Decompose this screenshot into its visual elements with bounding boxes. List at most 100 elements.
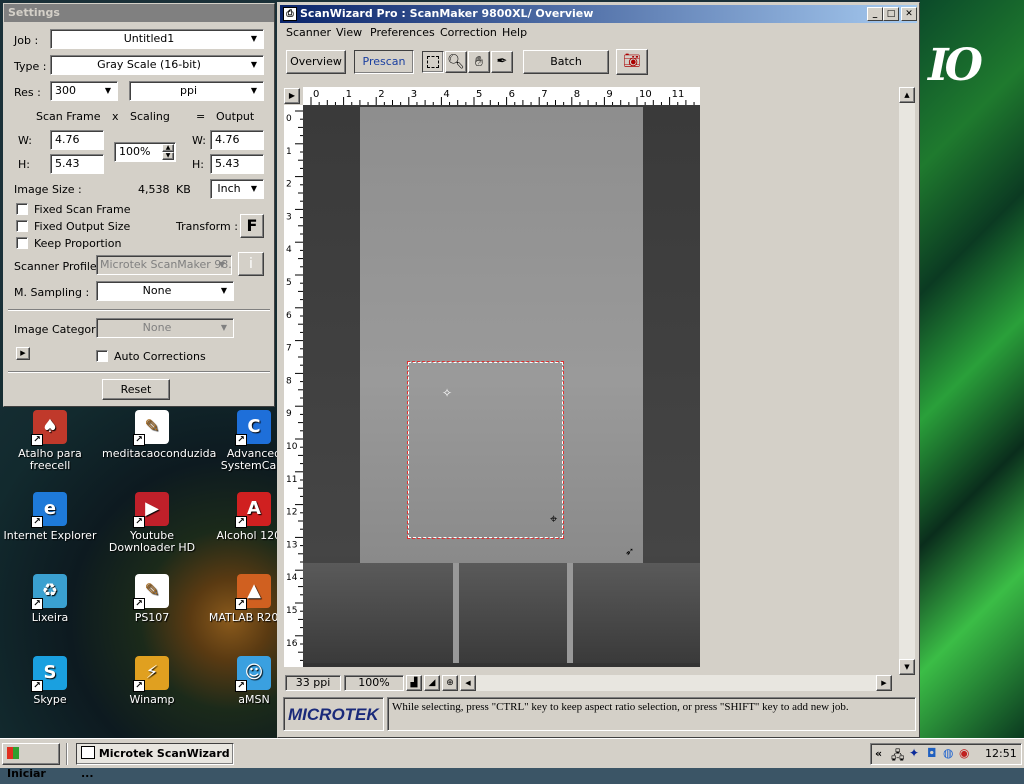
batch-button[interactable]: Batch xyxy=(523,50,609,74)
profile-info-button[interactable]: i xyxy=(238,252,264,276)
menu-view[interactable]: View xyxy=(332,25,366,41)
target-button[interactable]: ⊕ xyxy=(442,675,458,691)
histogram-button[interactable]: ▟ xyxy=(406,675,422,691)
desktop-icon[interactable]: S ↗ Skype xyxy=(0,656,100,706)
shield-icon[interactable]: ✦ xyxy=(909,746,919,760)
type-value: Gray Scale (16-bit) xyxy=(97,58,201,71)
scanner-profile-value: Microtek ScanMaker 98... xyxy=(100,258,232,271)
wallpaper-peacock xyxy=(920,0,1024,738)
desktop-icon[interactable]: e ↗ Internet Explorer xyxy=(0,492,100,542)
start-button[interactable]: Iniciar xyxy=(2,743,60,780)
scan-frame-selection[interactable]: ✧ ⌖ xyxy=(407,361,564,539)
res-unit-value: ppi xyxy=(179,84,198,97)
menu-help[interactable]: Help xyxy=(498,25,531,41)
tray-expand-button[interactable]: « xyxy=(875,747,882,760)
magnifier-icon: 🔍︎ xyxy=(447,54,465,70)
select-tool-button[interactable] xyxy=(422,51,444,73)
scanner-profile-select[interactable]: Microtek ScanMaker 98... ▼ xyxy=(96,255,232,275)
hint-text: While selecting, press "CTRL" key to kee… xyxy=(387,697,916,731)
job-select[interactable]: Untitled1 ▼ xyxy=(50,29,264,49)
vertical-scrollbar[interactable]: ▲ ▼ xyxy=(899,87,915,675)
output-height-input[interactable]: 5.43 xyxy=(210,154,264,174)
image-category-select[interactable]: None ▼ xyxy=(96,318,234,338)
close-button[interactable]: ✕ xyxy=(901,7,917,21)
minimize-button[interactable]: _ xyxy=(867,7,883,21)
eyedropper-tool-button[interactable]: ✒ xyxy=(491,51,513,73)
shortcut-arrow-icon: ↗ xyxy=(235,516,247,528)
resize-handle-icon[interactable]: ⌖ xyxy=(550,512,557,527)
taskbar-app-button[interactable]: Microtek ScanWizard ... xyxy=(76,743,234,780)
scan-width-input[interactable]: 4.76 xyxy=(50,130,104,150)
network-icon[interactable]: 🖧︎ xyxy=(891,746,904,767)
desktop-icon[interactable]: ⚡ ↗ Winamp xyxy=(102,656,202,706)
scaling-label: Scaling xyxy=(130,110,170,123)
antivirus-icon[interactable]: ◉ xyxy=(959,746,969,760)
system-tray: « 🖧︎ ✦ ◘ ◍ ◉ 12:51 xyxy=(870,743,1022,765)
histogram-icon: ▟ xyxy=(410,678,418,688)
scanner-rail xyxy=(567,563,573,663)
curve-button[interactable]: ◢ xyxy=(424,675,440,691)
ruler-corner-button[interactable]: ▶ xyxy=(284,88,300,104)
scan-h-label: H: xyxy=(18,158,30,171)
desktop-icon[interactable]: ♻ ↗ Lixeira xyxy=(0,574,100,624)
microtek-logo: MICROTEK xyxy=(288,705,379,724)
taskbar: Iniciar Microtek ScanWizard ... « 🖧︎ ✦ ◘… xyxy=(0,738,1024,780)
fixed-output-size-checkbox[interactable] xyxy=(16,220,28,232)
expand-arrow-button[interactable]: ▶ xyxy=(16,347,30,360)
microtek-logo-box: MICROTEK xyxy=(283,697,384,731)
menu-scanner[interactable]: Scanner xyxy=(282,25,335,41)
reset-button[interactable]: Reset xyxy=(102,379,170,400)
auto-corrections-checkbox[interactable] xyxy=(96,350,108,362)
ruler-label: 1 xyxy=(346,89,352,100)
scroll-up-button[interactable]: ▲ xyxy=(899,87,915,103)
scroll-left-button[interactable]: ◀ xyxy=(460,675,476,691)
scan-button[interactable]: 📷︎ xyxy=(616,49,648,75)
mouse-cursor-icon: ➶ xyxy=(625,545,635,558)
desktop-icon[interactable]: ▶ ↗ Youtube Downloader HD xyxy=(102,492,202,554)
zoom-tool-button[interactable]: 🔍︎ xyxy=(445,51,467,73)
horizontal-ruler: 0 1 2 3 4 5 6 7 8 9 10 11 xyxy=(303,87,700,105)
unit-select[interactable]: Inch ▼ xyxy=(210,179,264,199)
scroll-down-button[interactable]: ▼ xyxy=(899,659,915,675)
menu-correction[interactable]: Correction xyxy=(436,25,501,41)
maximize-button[interactable]: □ xyxy=(883,7,899,21)
globe-icon[interactable]: ◍ xyxy=(943,746,953,760)
type-select[interactable]: Gray Scale (16-bit) ▼ xyxy=(50,55,264,75)
horizontal-scrollbar[interactable]: ◀ ▶ xyxy=(460,675,892,691)
output-width-input[interactable]: 4.76 xyxy=(210,130,264,150)
keep-proportion-checkbox[interactable] xyxy=(16,237,28,249)
systemcare-icon: C ↗ xyxy=(235,410,271,446)
scaling-up-button[interactable]: ▲ xyxy=(162,144,174,152)
zoom-status[interactable]: 100% xyxy=(344,675,404,691)
ruler-label: 2 xyxy=(286,180,292,190)
shortcut-arrow-icon: ↗ xyxy=(235,434,247,446)
transform-button[interactable]: F xyxy=(240,214,264,238)
scroll-right-button[interactable]: ▶ xyxy=(876,675,892,691)
m-sampling-value: None xyxy=(142,284,172,297)
scan-preview[interactable]: ✧ ⌖ ➶ xyxy=(303,105,700,667)
overview-button[interactable]: Overview xyxy=(286,50,346,74)
menu-preferences[interactable]: Preferences xyxy=(366,25,439,41)
camera-icon[interactable]: ◘ xyxy=(927,746,937,760)
window-titlebar[interactable]: ⎙ ScanWizard Pro : ScanMaker 9800XL/ Ove… xyxy=(280,5,917,23)
scanner-profile-label: Scanner Profile : xyxy=(14,260,104,273)
prescan-button[interactable]: Prescan xyxy=(354,50,414,74)
m-sampling-select[interactable]: None ▼ xyxy=(96,281,234,301)
desktop-icon-label: Skype xyxy=(33,693,67,706)
desktop-icon[interactable]: ✎ ↗ meditacaoconduzida xyxy=(102,410,216,460)
image-category-label: Image Category: xyxy=(14,323,106,336)
scaling-down-button[interactable]: ▼ xyxy=(162,152,174,160)
shortcut-arrow-icon: ↗ xyxy=(133,434,145,446)
eyedropper-icon: ✒ xyxy=(496,54,508,69)
scan-height-input[interactable]: 5.43 xyxy=(50,154,104,174)
fixed-scan-frame-checkbox[interactable] xyxy=(16,203,28,215)
res-select[interactable]: 300 ▼ xyxy=(50,81,118,101)
hand-tool-button[interactable]: ✋︎ xyxy=(468,51,490,73)
desktop-icon[interactable]: ✎ ↗ PS107 xyxy=(102,574,202,624)
clock[interactable]: 12:51 xyxy=(985,747,1017,760)
ruler-label: 1 xyxy=(286,147,292,157)
res-unit-select[interactable]: ppi ▼ xyxy=(129,81,264,101)
desktop-icon-label: PS107 xyxy=(134,611,170,624)
desktop-icon-label: Atalho para freecell xyxy=(18,447,82,472)
desktop-icon[interactable]: ♠ ↗ Atalho para freecell xyxy=(0,410,100,472)
